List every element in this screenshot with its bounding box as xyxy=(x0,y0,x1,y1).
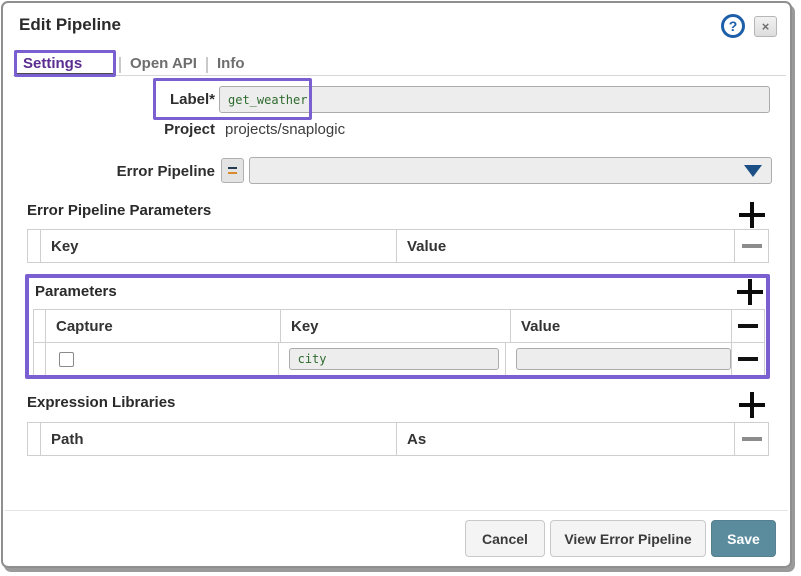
row-handle-cell xyxy=(28,423,41,455)
error-pipeline-dropdown[interactable] xyxy=(249,157,772,184)
remove-row-button[interactable] xyxy=(732,310,764,342)
equals-icon xyxy=(228,172,237,174)
table-header-row: Key Value xyxy=(28,230,768,262)
remove-icon xyxy=(742,437,762,441)
footer-divider xyxy=(5,510,788,511)
value-cell xyxy=(506,343,732,375)
error-pipeline-parameters-table: Key Value xyxy=(27,229,769,263)
expression-libraries-table: Path As xyxy=(27,422,769,456)
remove-row-button[interactable] xyxy=(732,343,764,375)
label-input[interactable] xyxy=(219,86,770,113)
tab-info[interactable]: Info xyxy=(217,55,245,72)
column-header-key: Key xyxy=(281,310,511,342)
edit-pipeline-dialog: Edit Pipeline ? × Settings Open API Info… xyxy=(1,1,792,568)
tab-open-api[interactable]: Open API xyxy=(130,55,197,72)
page-title: Edit Pipeline xyxy=(19,15,121,35)
parameters-table: Capture Key Value xyxy=(33,309,765,376)
cancel-button[interactable]: Cancel xyxy=(465,520,545,557)
table-row xyxy=(34,342,764,375)
row-handle-cell xyxy=(28,230,41,262)
column-header-value: Value xyxy=(397,230,735,262)
help-icon[interactable]: ? xyxy=(721,14,745,38)
remove-row-button[interactable] xyxy=(735,230,768,262)
view-error-pipeline-button[interactable]: View Error Pipeline xyxy=(550,520,706,557)
remove-icon xyxy=(738,357,758,361)
equals-icon xyxy=(228,167,237,169)
key-cell xyxy=(279,343,507,375)
label-field-label: Label* xyxy=(143,91,215,108)
column-header-value: Value xyxy=(511,310,732,342)
section-title-expression-libraries: Expression Libraries xyxy=(27,394,175,411)
tab-settings[interactable]: Settings xyxy=(23,55,82,72)
row-handle-cell xyxy=(34,310,46,342)
tabs-divider-line xyxy=(13,75,786,76)
tab-divider xyxy=(119,57,121,73)
section-title-parameters: Parameters xyxy=(35,283,117,300)
row-handle-cell xyxy=(34,343,46,375)
section-title-error-pipeline-parameters: Error Pipeline Parameters xyxy=(27,202,211,219)
table-header-row: Capture Key Value xyxy=(34,310,764,342)
add-icon[interactable] xyxy=(739,202,765,228)
save-button[interactable]: Save xyxy=(711,520,776,557)
chevron-down-icon xyxy=(744,165,762,177)
column-header-capture: Capture xyxy=(46,310,281,342)
column-header-as: As xyxy=(397,423,735,455)
remove-row-button[interactable] xyxy=(735,423,768,455)
column-header-key: Key xyxy=(41,230,397,262)
expression-toggle-button[interactable] xyxy=(221,158,244,183)
table-header-row: Path As xyxy=(28,423,768,455)
remove-icon xyxy=(738,324,758,328)
project-label: Project xyxy=(143,121,215,138)
close-icon[interactable]: × xyxy=(754,16,777,37)
add-icon[interactable] xyxy=(739,392,765,418)
remove-icon xyxy=(742,244,762,248)
add-icon[interactable] xyxy=(737,279,763,305)
parameter-key-input[interactable] xyxy=(289,348,499,370)
parameter-value-input[interactable] xyxy=(516,348,731,370)
error-pipeline-label: Error Pipeline xyxy=(103,163,215,180)
column-header-path: Path xyxy=(41,423,397,455)
capture-cell xyxy=(46,343,279,375)
capture-checkbox[interactable] xyxy=(59,352,74,367)
project-value: projects/snaplogic xyxy=(225,121,345,138)
tab-divider xyxy=(206,57,208,73)
